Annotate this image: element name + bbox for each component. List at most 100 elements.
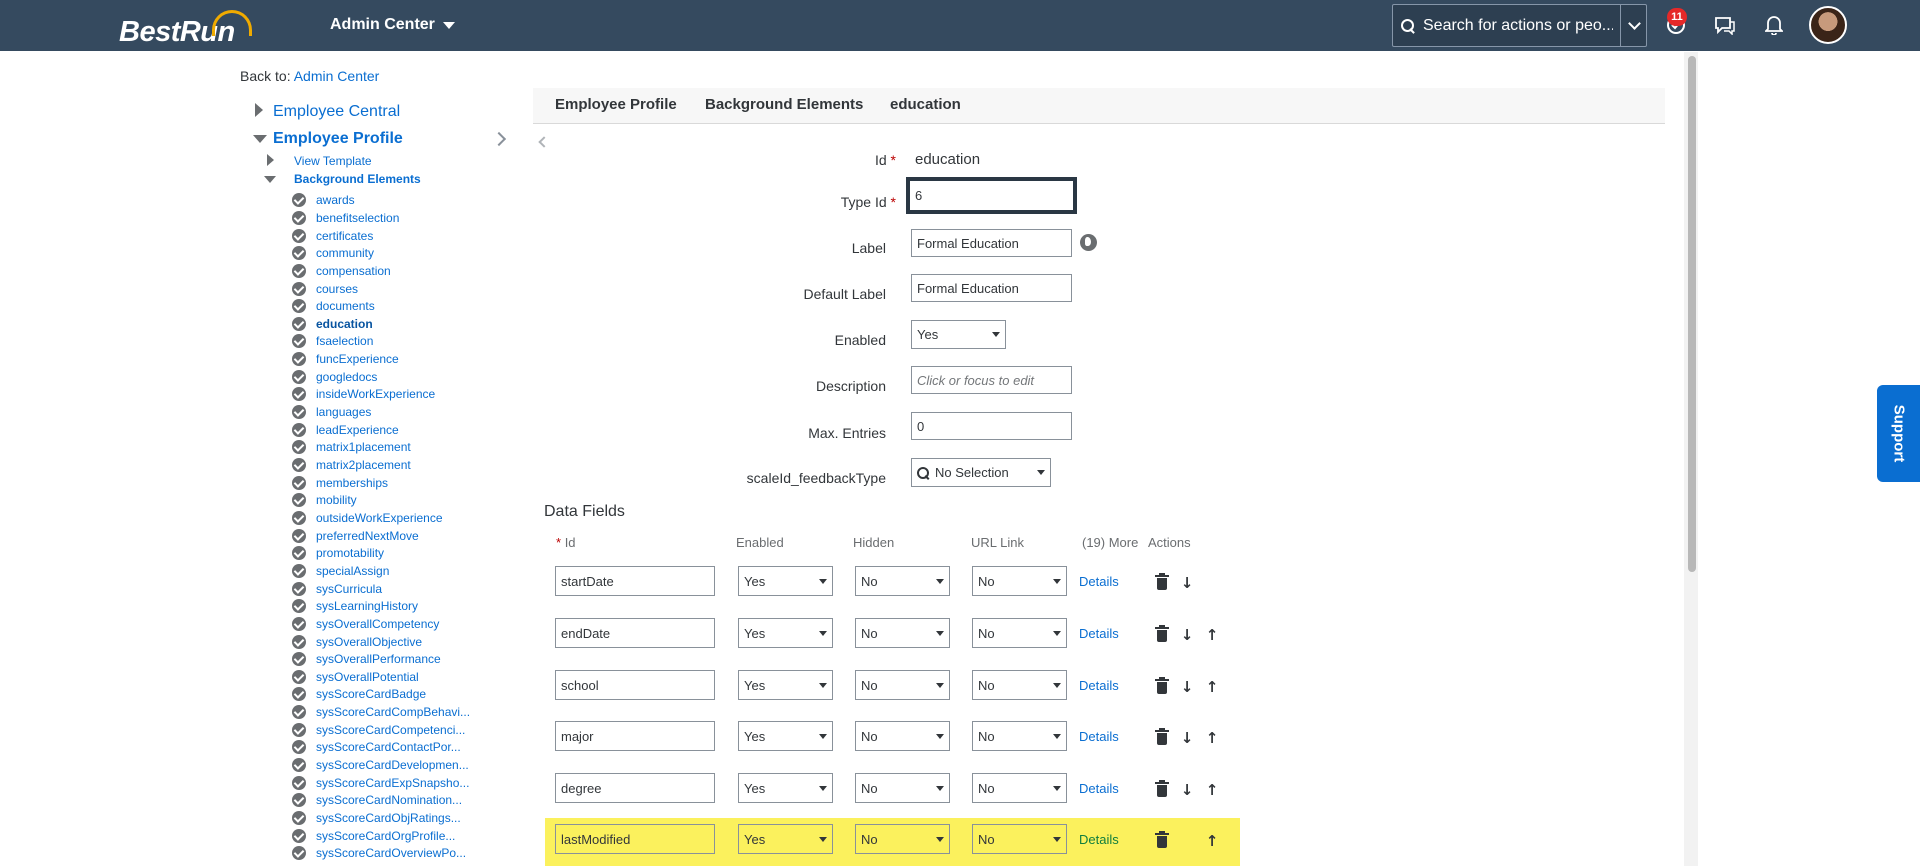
- tree-leaf-item[interactable]: sysScoreCardDevelopmen...: [292, 756, 469, 774]
- tree-leaf-item[interactable]: matrix2placement: [292, 456, 411, 474]
- field-url-select[interactable]: No: [972, 773, 1067, 803]
- details-link[interactable]: Details: [1079, 781, 1119, 796]
- tree-leaf-item[interactable]: certificates: [292, 227, 373, 245]
- arrow-up-icon[interactable]: ↑: [1205, 833, 1219, 849]
- field-hidden-select[interactable]: No: [855, 670, 950, 700]
- max-entries-input[interactable]: 0: [911, 412, 1072, 440]
- tree-leaf-item[interactable]: preferredNextMove: [292, 527, 419, 545]
- field-url-select[interactable]: No: [972, 618, 1067, 648]
- col-head-more[interactable]: (19) More: [1082, 535, 1138, 550]
- field-url-select[interactable]: No: [972, 566, 1067, 596]
- tree-leaf-item[interactable]: mobility: [292, 492, 357, 510]
- tree-leaf-item[interactable]: courses: [292, 280, 358, 298]
- field-hidden-select[interactable]: No: [855, 824, 950, 854]
- details-link[interactable]: Details: [1079, 832, 1119, 847]
- tree-leaf-item[interactable]: sysCurricula: [292, 580, 382, 598]
- field-url-select[interactable]: No: [972, 670, 1067, 700]
- arrow-up-icon[interactable]: ↑: [1205, 782, 1219, 798]
- tree-leaf-item[interactable]: funcExperience: [292, 350, 399, 368]
- tree-leaf-item[interactable]: sysScoreCardContactPor...: [292, 739, 461, 757]
- details-link[interactable]: Details: [1079, 574, 1119, 589]
- arrow-down-icon[interactable]: ↓: [1180, 679, 1194, 695]
- tree-leaf-item[interactable]: sysLearningHistory: [292, 597, 418, 615]
- arrow-down-icon[interactable]: ↓: [1180, 627, 1194, 643]
- expand-icon[interactable]: [267, 154, 274, 166]
- field-enabled-select[interactable]: Yes: [738, 824, 833, 854]
- field-enabled-select[interactable]: Yes: [738, 618, 833, 648]
- field-id-input[interactable]: degree: [555, 773, 715, 803]
- tree-leaf-item[interactable]: sysScoreCardOrgProfile...: [292, 827, 455, 845]
- tree-leaf-item[interactable]: sysOverallObjective: [292, 633, 422, 651]
- trash-icon[interactable]: [1155, 573, 1169, 590]
- type-id-input[interactable]: 6: [906, 177, 1077, 214]
- tree-employee-central[interactable]: Employee Central: [273, 103, 400, 121]
- details-link[interactable]: Details: [1079, 729, 1119, 744]
- app-menu-button[interactable]: Admin Center: [330, 16, 455, 34]
- breadcrumb-background-elements[interactable]: Background Elements: [705, 96, 863, 113]
- feedback-icon[interactable]: [1713, 13, 1737, 37]
- tree-leaf-item[interactable]: sysOverallCompetency: [292, 615, 439, 633]
- search-input[interactable]: Search for actions or peo...: [1423, 17, 1613, 35]
- trash-icon[interactable]: [1155, 780, 1169, 797]
- tree-leaf-item[interactable]: promotability: [292, 545, 384, 563]
- tree-view-template[interactable]: View Template: [294, 154, 372, 168]
- field-enabled-select[interactable]: Yes: [738, 566, 833, 596]
- field-id-input[interactable]: endDate: [555, 618, 715, 648]
- field-hidden-select[interactable]: No: [855, 721, 950, 751]
- support-tab[interactable]: Support: [1877, 385, 1920, 482]
- tree-leaf-item[interactable]: memberships: [292, 474, 388, 492]
- tree-leaf-item[interactable]: sysOverallPotential: [292, 668, 419, 686]
- field-enabled-select[interactable]: Yes: [738, 721, 833, 751]
- arrow-down-icon[interactable]: ↓: [1180, 730, 1194, 746]
- tree-leaf-item[interactable]: sysOverallPerformance: [292, 650, 441, 668]
- tree-leaf-item[interactable]: sysScoreCardObjRatings...: [292, 809, 461, 827]
- details-link[interactable]: Details: [1079, 626, 1119, 641]
- field-id-input[interactable]: school: [555, 670, 715, 700]
- arrow-down-icon[interactable]: ↓: [1180, 782, 1194, 798]
- field-id-input[interactable]: major: [555, 721, 715, 751]
- tree-leaf-item[interactable]: sysScoreCardCompetenci...: [292, 721, 465, 739]
- field-hidden-select[interactable]: No: [855, 566, 950, 596]
- expand-icon[interactable]: [255, 103, 263, 117]
- globe-icon[interactable]: [1080, 234, 1097, 251]
- chevron-right-icon[interactable]: [491, 131, 507, 147]
- tree-leaf-item[interactable]: outsideWorkExperience: [292, 509, 443, 527]
- back-to-admin-center-link[interactable]: Admin Center: [294, 68, 380, 84]
- field-id-input[interactable]: lastModified: [555, 824, 715, 854]
- bell-icon[interactable]: [1762, 13, 1786, 37]
- field-url-select[interactable]: No: [972, 824, 1067, 854]
- arrow-up-icon[interactable]: ↑: [1205, 627, 1219, 643]
- trash-icon[interactable]: [1155, 677, 1169, 694]
- tree-leaf-item[interactable]: fsaelection: [292, 333, 373, 351]
- tree-leaf-item[interactable]: documents: [292, 297, 375, 315]
- label-input[interactable]: Formal Education: [911, 229, 1072, 257]
- scrollbar-thumb[interactable]: [1688, 56, 1696, 572]
- collapse-icon[interactable]: [253, 135, 267, 143]
- trash-icon[interactable]: [1155, 728, 1169, 745]
- tree-leaf-item[interactable]: sysScoreCardOverviewPo...: [292, 845, 466, 863]
- field-enabled-select[interactable]: Yes: [738, 773, 833, 803]
- tree-leaf-item[interactable]: specialAssign: [292, 562, 389, 580]
- scale-id-select[interactable]: No Selection: [911, 458, 1051, 487]
- search-field[interactable]: Search for actions or peo...: [1392, 4, 1647, 47]
- field-id-input[interactable]: startDate: [555, 566, 715, 596]
- arrow-up-icon[interactable]: ↑: [1205, 679, 1219, 695]
- enabled-select[interactable]: Yes: [911, 320, 1006, 349]
- tree-leaf-item[interactable]: sysScoreCardNomination...: [292, 792, 462, 810]
- tree-leaf-item[interactable]: compensation: [292, 262, 391, 280]
- tree-leaf-item[interactable]: awards: [292, 192, 355, 210]
- field-hidden-select[interactable]: No: [855, 618, 950, 648]
- tree-leaf-item[interactable]: sysScoreCardCompBehavi...: [292, 703, 470, 721]
- breadcrumb-employee-profile[interactable]: Employee Profile: [555, 96, 677, 113]
- search-scope-dropdown[interactable]: [1620, 4, 1647, 47]
- arrow-up-icon[interactable]: ↑: [1205, 730, 1219, 746]
- arrow-down-icon[interactable]: ↓: [1180, 575, 1194, 591]
- collapse-icon[interactable]: [264, 176, 276, 183]
- tree-leaf-item[interactable]: community: [292, 244, 374, 262]
- tree-leaf-item[interactable]: googledocs: [292, 368, 377, 386]
- default-label-input[interactable]: Formal Education: [911, 274, 1072, 302]
- tree-leaf-item[interactable]: sysScoreCardBadge: [292, 686, 426, 704]
- details-link[interactable]: Details: [1079, 678, 1119, 693]
- trash-icon[interactable]: [1155, 831, 1169, 848]
- tree-background-elements[interactable]: Background Elements: [294, 172, 421, 186]
